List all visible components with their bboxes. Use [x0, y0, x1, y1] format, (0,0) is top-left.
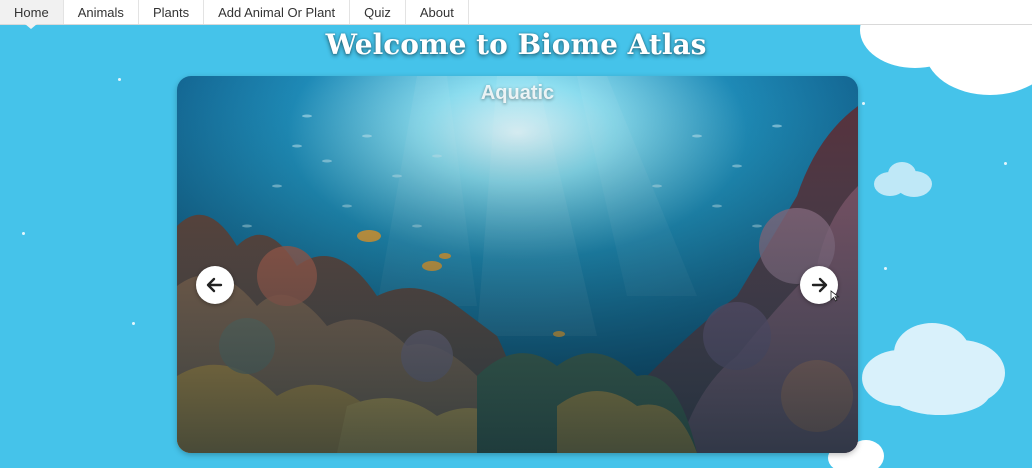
cloud-icon [862, 323, 1005, 415]
star-dot [862, 102, 865, 105]
star-dot [1004, 162, 1007, 165]
nav-about[interactable]: About [406, 0, 469, 24]
arrow-right-icon [811, 277, 828, 293]
nav-animals[interactable]: Animals [64, 0, 139, 24]
slide-title: Aquatic [480, 82, 555, 104]
cloud-icon [874, 162, 932, 197]
star-dot [884, 267, 887, 270]
star-dot [22, 232, 25, 235]
biome-carousel: Aquatic [177, 76, 858, 453]
nav-add-animal-or-plant[interactable]: Add Animal Or Plant [204, 0, 351, 24]
arrow-left-icon [206, 277, 223, 293]
star-dot [118, 78, 121, 81]
aquatic-biome-image [177, 76, 858, 453]
star-dot [132, 322, 135, 325]
nav-quiz[interactable]: Quiz [350, 0, 406, 24]
active-tab-pointer [25, 24, 37, 29]
top-nav: Home Animals Plants Add Animal Or Plant … [0, 0, 1032, 25]
nav-plants[interactable]: Plants [139, 0, 205, 24]
nav-home[interactable]: Home [0, 0, 64, 24]
mouse-cursor-icon [830, 290, 840, 302]
carousel-prev-button[interactable] [196, 266, 234, 304]
page-title: Welcome to Biome Atlas [325, 28, 707, 61]
